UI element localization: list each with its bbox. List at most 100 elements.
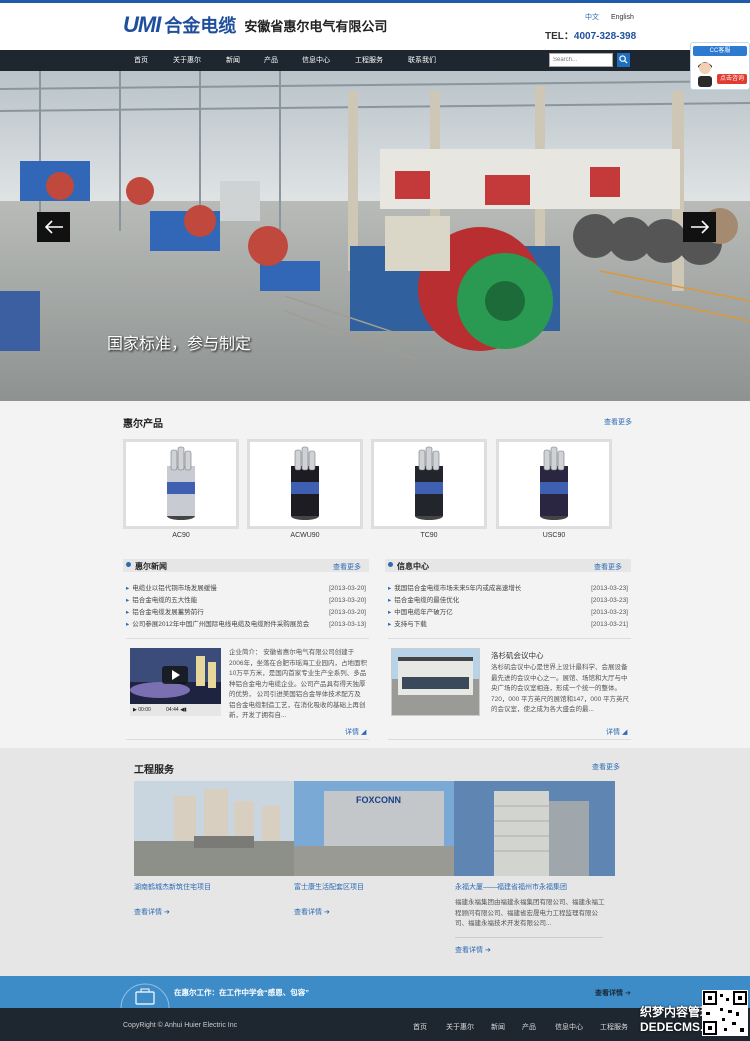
list-item-date: [2013-03-20]: [329, 609, 366, 616]
project-2-title[interactable]: 富士康生活配套区项目: [294, 882, 364, 892]
arrow-left-icon: [44, 220, 63, 234]
building-image: [392, 649, 479, 715]
info-detail-link[interactable]: 详情 ◢: [606, 727, 627, 737]
list-item-text[interactable]: 我国铝合金电缆市场未来5年内或成高速增长: [394, 583, 521, 595]
qr-code-icon: [703, 991, 747, 1035]
volume-icon[interactable]: ◀▮: [180, 707, 187, 713]
projects-more-link[interactable]: 查看更多: [592, 762, 620, 772]
slogan-link[interactable]: 查看详情 ➔: [595, 988, 631, 998]
phone: TEL：4007-328-398: [545, 27, 636, 42]
qr-code: [702, 990, 748, 1036]
project-1-link[interactable]: 查看详情 ➔: [134, 907, 170, 917]
list-item-text[interactable]: 铝合金电缆的五大性能: [132, 595, 197, 607]
arrow-right-icon: ➔: [624, 990, 631, 997]
footer-link-news[interactable]: 新闻: [491, 1022, 505, 1032]
play-icon[interactable]: ▶: [133, 707, 137, 713]
list-item[interactable]: ▸ 电缆业以铝代铜市场发展缓慢 [2013-03-20]: [126, 583, 366, 595]
list-item[interactable]: ▸ 铝合金电缆发展蓄势前行 [2013-03-20]: [126, 607, 366, 619]
list-item-date: [2013-03-13]: [329, 621, 366, 628]
arrow-right-icon: ➔: [323, 909, 330, 916]
footer-link-about[interactable]: 关于惠尔: [446, 1022, 474, 1032]
list-item-text[interactable]: 支持与下载: [394, 619, 427, 631]
nav-products[interactable]: 产品: [256, 50, 286, 71]
nav-contact[interactable]: 联系我们: [400, 50, 444, 71]
product-name[interactable]: USC90: [496, 532, 612, 539]
logo[interactable]: UMI 合金电缆 安徽省惠尔电气有限公司: [123, 12, 387, 37]
product-card[interactable]: [247, 439, 363, 529]
list-item[interactable]: ▸ 公司参展2012年中国广州国际电线电缆及电缆附件采购展览会 [2013-03-1…: [126, 619, 366, 631]
list-item[interactable]: ▸ 铝合金电缆的最佳优化 [2013-03-23]: [388, 595, 628, 607]
footer-link-products[interactable]: 产品: [522, 1022, 536, 1032]
project-3-title[interactable]: 永福大厦——福建省福州市永福集团: [455, 882, 567, 892]
bullet-icon: ▸: [126, 621, 130, 628]
bullet-icon: ▸: [388, 585, 392, 592]
project-3-desc: 福建永福集团由福建永福集团有限公司、福建永福工程顾问有限公司、福建省宏晟电力工程…: [455, 899, 605, 927]
triangle-icon: ◢: [621, 729, 628, 736]
list-item-text[interactable]: 中国电缆年产破万亿: [394, 607, 453, 619]
products-more-link[interactable]: 查看更多: [604, 417, 632, 427]
triangle-icon: ◢: [360, 729, 367, 736]
list-item[interactable]: ▸ 我国铝合金电缆市场未来5年内或成高速增长 [2013-03-23]: [388, 583, 628, 595]
nav-projects[interactable]: 工程服务: [347, 50, 391, 71]
video-current-time: 00:00: [138, 707, 151, 713]
info-feature-text: 洛杉矶会议中心是世界上设计最科学、会展设备最先进的会议中心之一。展馆、场馆和大厅…: [491, 664, 629, 713]
video-thumbnail: [130, 648, 221, 704]
bullet-icon: ▸: [388, 597, 392, 604]
footer-link-home[interactable]: 首页: [413, 1022, 427, 1032]
footer-link-info[interactable]: 信息中心: [555, 1022, 583, 1032]
list-item-text[interactable]: 铝合金电缆的最佳优化: [394, 595, 459, 607]
list-item[interactable]: ▸ 铝合金电缆的五大性能 [2013-03-20]: [126, 595, 366, 607]
news-detail-link[interactable]: 详情 ◢: [345, 727, 366, 737]
product-card[interactable]: [371, 439, 487, 529]
info-more-link[interactable]: 查看更多: [594, 562, 622, 572]
nav-about[interactable]: 关于惠尔: [166, 50, 208, 71]
product-name[interactable]: TC90: [371, 532, 487, 539]
banner-next-button[interactable]: [683, 212, 716, 242]
nav-news[interactable]: 新闻: [218, 50, 248, 71]
project-2-link-label: 查看详情: [294, 909, 322, 916]
lang-en-link[interactable]: English: [611, 14, 634, 21]
projects-title: 工程服务: [134, 765, 174, 776]
list-item[interactable]: ▸ 支持与下载 [2013-03-21]: [388, 619, 628, 631]
search-input[interactable]: [549, 53, 613, 67]
list-item-text[interactable]: 公司参展2012年中国广州国际电线电缆及电缆附件采购展览会: [132, 619, 309, 631]
product-name[interactable]: ACWU90: [247, 532, 363, 539]
footer-link-projects[interactable]: 工程服务: [600, 1022, 628, 1032]
list-item-text[interactable]: 电缆业以铝代铜市场发展缓慢: [132, 583, 217, 595]
project-1-title[interactable]: 湖南鹤城杰新筑住宅项目: [134, 882, 211, 892]
bullet-icon: ▸: [126, 585, 130, 592]
video-player[interactable]: ▶ 00:00 04:44 ◀▮: [130, 648, 221, 716]
bullet-icon: ▸: [126, 597, 130, 604]
info-feature-title[interactable]: 洛杉矶会议中心: [491, 650, 544, 661]
product-name[interactable]: AC90: [123, 532, 239, 539]
company-intro: 企业简介： 安徽省惠尔电气有限公司创建于2006年，坐落在合肥市瑶海工业园内，占…: [229, 649, 367, 719]
bullet-icon: ▸: [388, 609, 392, 616]
list-item-date: [2013-03-20]: [329, 597, 366, 604]
cc-consult-button[interactable]: 点击咨询: [717, 74, 747, 84]
project-images: FOXCONN: [134, 781, 615, 876]
project-2-link[interactable]: 查看详情 ➔: [294, 907, 330, 917]
project-3-link[interactable]: 查看详情 ➔: [455, 945, 491, 955]
nav-info[interactable]: 信息中心: [294, 50, 338, 71]
info-list: ▸ 我国铝合金电缆市场未来5年内或成高速增长 [2013-03-23] ▸ 铝合金电缆的…: [388, 583, 628, 631]
list-item-text[interactable]: 铝合金电缆发展蓄势前行: [132, 607, 204, 619]
search-button[interactable]: [617, 53, 630, 67]
video-controls[interactable]: ▶ 00:00 04:44 ◀▮: [130, 704, 221, 716]
nav-home[interactable]: 首页: [126, 50, 156, 71]
product-card[interactable]: [496, 439, 612, 529]
news-dot: [126, 562, 131, 567]
news-divider: [126, 638, 369, 639]
news-more-link[interactable]: 查看更多: [333, 562, 361, 572]
agent-avatar-icon: [698, 62, 712, 87]
cc-title: CC客服: [693, 46, 747, 56]
copyright: CopyRight © Anhui Huier Electric Inc: [123, 1022, 238, 1029]
list-item[interactable]: ▸ 中国电缆年产破万亿 [2013-03-23]: [388, 607, 628, 619]
product-card[interactable]: [123, 439, 239, 529]
news-list: ▸ 电缆业以铝代铜市场发展缓慢 [2013-03-20] ▸ 铝合金电缆的五大性能 [20…: [126, 583, 366, 631]
lang-zh-link[interactable]: 中文: [585, 14, 599, 21]
arrow-right-icon: ➔: [484, 947, 491, 954]
phone-number: 4007-328-398: [573, 31, 637, 42]
info-dot: [388, 562, 393, 567]
banner-prev-button[interactable]: [37, 212, 70, 242]
list-item-date: [2013-03-21]: [591, 621, 628, 628]
